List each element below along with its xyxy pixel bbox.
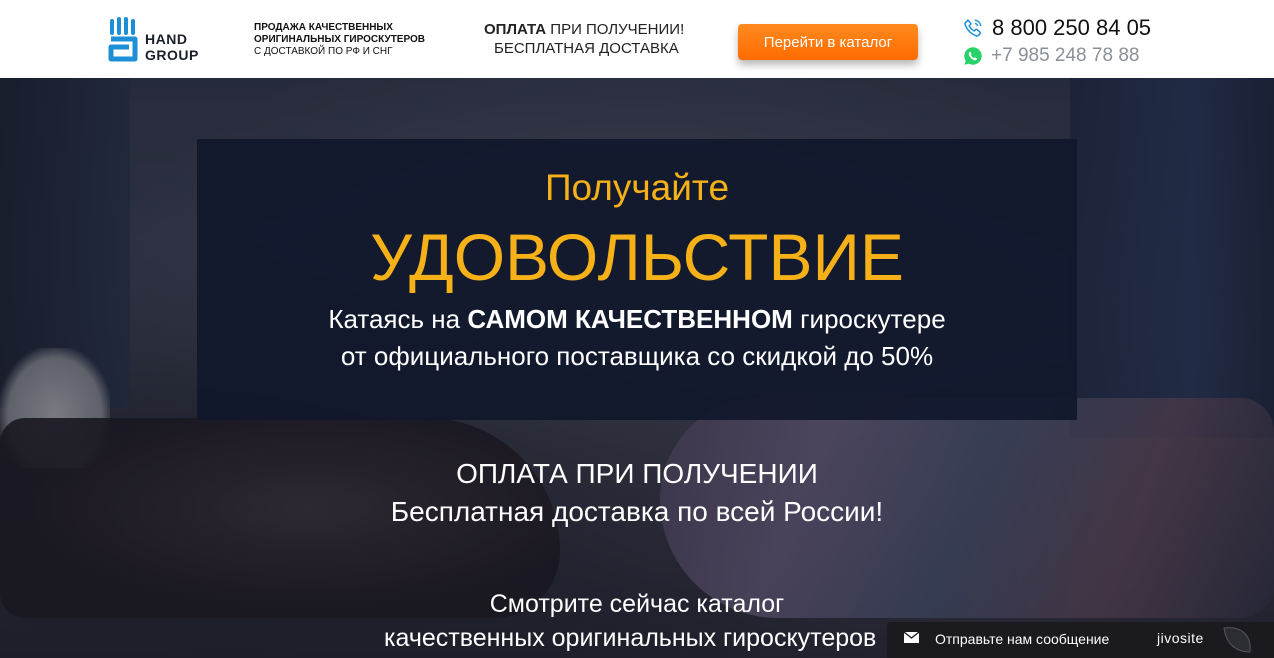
tagline-line2: ОРИГИНАЛЬНЫХ ГИРОСКУТЕРОВ xyxy=(254,34,426,45)
site-header: HAND GROUP ПРОДАЖА КАЧЕСТВЕННЫХ ОРИГИНАЛ… xyxy=(0,0,1274,78)
jivosite-brand: jivosite xyxy=(1157,630,1204,646)
payment-on-delivery-text: ОПЛАТА ПРИ ПОЛУЧЕНИИ xyxy=(456,458,818,489)
hand-group-logo[interactable]: HAND GROUP xyxy=(107,17,217,65)
logo-line2: GROUP xyxy=(145,47,199,63)
free-delivery-label: БЕСПЛАТНАЯ ДОСТАВКА xyxy=(494,40,679,57)
phone-main[interactable]: 8 800 250 84 05 xyxy=(962,14,1151,42)
phone-whatsapp[interactable]: +7 985 248 78 88 xyxy=(962,43,1139,69)
tagline-line1: ПРОДАЖА КАЧЕСТВЕННЫХ xyxy=(254,22,393,33)
envelope-icon xyxy=(904,632,919,643)
hero-section: Получайте УДОВОЛЬСТВИЕ Катаясь на САМОМ … xyxy=(0,78,1274,658)
promo-box: Получайте УДОВОЛЬСТВИЕ Катаясь на САМОМ … xyxy=(197,139,1077,420)
whatsapp-icon xyxy=(964,47,982,65)
hand-logo-icon xyxy=(108,17,138,62)
subtitle-post: гироскутере xyxy=(800,304,946,334)
free-delivery-text: Бесплатная доставка по всей России! xyxy=(390,496,884,527)
catalog-cta-line2: качественных оригинальных гироскутеров xyxy=(384,624,877,652)
jivosite-chat-widget[interactable]: Отправьте нам сообщение jivosite xyxy=(887,622,1274,658)
go-to-catalog-button[interactable]: Перейти в каталог xyxy=(738,24,918,60)
payment-bold: ОПЛАТА xyxy=(484,21,547,38)
hero-heading-big: УДОВОЛЬСТВИЕ xyxy=(370,220,904,294)
header-tagline: ПРОДАЖА КАЧЕСТВЕННЫХ ОРИГИНАЛЬНЫХ ГИРОСК… xyxy=(254,22,454,58)
hero-heading-small: Получайте xyxy=(544,167,730,208)
phone-icon xyxy=(964,19,982,37)
chat-message-label[interactable]: Отправьте нам сообщение xyxy=(935,631,1109,647)
logo-line1: HAND xyxy=(145,31,188,47)
subtitle-bold: САМОМ КАЧЕСТВЕННОМ xyxy=(467,304,793,334)
jivo-leaf-icon xyxy=(1223,627,1251,653)
subtitle-pre: Катаясь на xyxy=(328,304,461,334)
catalog-cta-line1: Смотрите сейчас каталог xyxy=(489,590,785,618)
payment-rest: ПРИ ПОЛУЧЕНИИ! xyxy=(550,21,685,38)
hero-subtitle-line2: от официального поставщика со скидкой до… xyxy=(340,341,934,371)
phone-whatsapp-number: +7 985 248 78 88 xyxy=(991,45,1140,66)
hero-subtitle-line1: Катаясь на САМОМ КАЧЕСТВЕННОМ гироскутер… xyxy=(197,304,1077,335)
phone-main-number: 8 800 250 84 05 xyxy=(992,15,1152,40)
tagline-line3: С ДОСТАВКОЙ ПО РФ И СНГ xyxy=(254,46,393,57)
header-payment-info: ОПЛАТА ПРИ ПОЛУЧЕНИИ! БЕСПЛАТНАЯ ДОСТАВК… xyxy=(484,20,704,58)
logo-text: HAND GROUP xyxy=(145,31,199,63)
